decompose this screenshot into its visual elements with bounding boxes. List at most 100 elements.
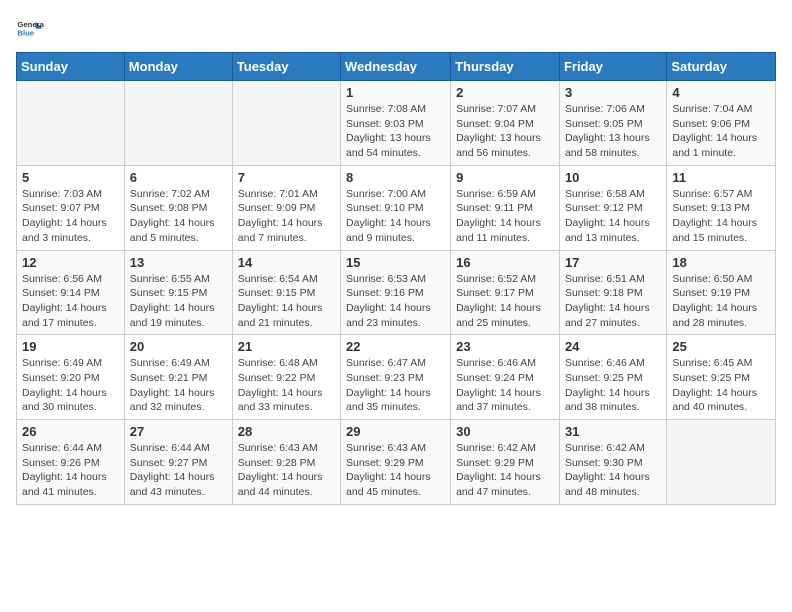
day-info: Sunrise: 6:50 AM Sunset: 9:19 PM Dayligh… [672, 272, 770, 331]
calendar-cell: 22 Sunrise: 6:47 AM Sunset: 9:23 PM Dayli… [341, 335, 451, 420]
day-info: Sunrise: 6:43 AM Sunset: 9:28 PM Dayligh… [238, 441, 335, 500]
day-number: 29 [346, 424, 445, 439]
day-number: 4 [672, 85, 770, 100]
calendar-cell: 10Sunrise: 6:58 AM Sunset: 9:12 PM Dayli… [559, 165, 666, 250]
day-number: 27 [130, 424, 227, 439]
calendar-cell: 13 Sunrise: 6:55 AM Sunset: 9:15 PM Dayli… [124, 250, 232, 335]
calendar-cell: 9Sunrise: 6:59 AM Sunset: 9:11 PM Daylig… [451, 165, 560, 250]
day-info: Sunrise: 6:49 AM Sunset: 9:21 PM Dayligh… [130, 356, 227, 415]
day-number: 3 [565, 85, 661, 100]
col-header-monday: Monday [124, 53, 232, 81]
day-info: Sunrise: 7:03 AM Sunset: 9:07 PM Dayligh… [22, 187, 119, 246]
calendar-cell: 30 Sunrise: 6:42 AM Sunset: 9:29 PM Dayli… [451, 420, 560, 505]
day-number: 23 [456, 339, 554, 354]
calendar-header-row: SundayMondayTuesdayWednesdayThursdayFrid… [17, 53, 776, 81]
calendar-cell: 23 Sunrise: 6:46 AM Sunset: 9:24 PM Dayli… [451, 335, 560, 420]
day-number: 11 [672, 170, 770, 185]
calendar-cell: 7 Sunrise: 7:01 AM Sunset: 9:09 PM Daylig… [232, 165, 340, 250]
calendar-cell: 11 Sunrise: 6:57 AM Sunset: 9:13 PM Dayli… [667, 165, 776, 250]
day-number: 18 [672, 255, 770, 270]
page-header: General Blue [16, 16, 776, 44]
day-number: 9 [456, 170, 554, 185]
col-header-saturday: Saturday [667, 53, 776, 81]
svg-text:General: General [17, 20, 44, 29]
day-number: 21 [238, 339, 335, 354]
day-number: 16 [456, 255, 554, 270]
col-header-sunday: Sunday [17, 53, 125, 81]
calendar-cell: 29Sunrise: 6:43 AM Sunset: 9:29 PM Dayli… [341, 420, 451, 505]
calendar-week-3: 12 Sunrise: 6:56 AM Sunset: 9:14 PM Dayli… [17, 250, 776, 335]
day-info: Sunrise: 7:02 AM Sunset: 9:08 PM Dayligh… [130, 187, 227, 246]
day-number: 13 [130, 255, 227, 270]
calendar-cell: 12 Sunrise: 6:56 AM Sunset: 9:14 PM Dayli… [17, 250, 125, 335]
logo-icon: General Blue [16, 16, 44, 44]
day-info: Sunrise: 6:44 AM Sunset: 9:27 PM Dayligh… [130, 441, 227, 500]
calendar-cell [232, 81, 340, 166]
day-info: Sunrise: 7:00 AM Sunset: 9:10 PM Dayligh… [346, 187, 445, 246]
calendar-cell: 15 Sunrise: 6:53 AM Sunset: 9:16 PM Dayli… [341, 250, 451, 335]
svg-text:Blue: Blue [17, 29, 34, 38]
calendar-cell: 18 Sunrise: 6:50 AM Sunset: 9:19 PM Dayli… [667, 250, 776, 335]
day-info: Sunrise: 6:47 AM Sunset: 9:23 PM Dayligh… [346, 356, 445, 415]
calendar-cell: 20 Sunrise: 6:49 AM Sunset: 9:21 PM Dayli… [124, 335, 232, 420]
day-number: 12 [22, 255, 119, 270]
day-number: 24 [565, 339, 661, 354]
day-info: Sunrise: 6:57 AM Sunset: 9:13 PM Dayligh… [672, 187, 770, 246]
day-info: Sunrise: 6:49 AM Sunset: 9:20 PM Dayligh… [22, 356, 119, 415]
day-info: Sunrise: 7:06 AM Sunset: 9:05 PM Dayligh… [565, 102, 661, 161]
day-number: 22 [346, 339, 445, 354]
col-header-tuesday: Tuesday [232, 53, 340, 81]
calendar-week-2: 5 Sunrise: 7:03 AM Sunset: 9:07 PM Daylig… [17, 165, 776, 250]
calendar-cell: 21 Sunrise: 6:48 AM Sunset: 9:22 PM Dayli… [232, 335, 340, 420]
calendar-cell: 17Sunrise: 6:51 AM Sunset: 9:18 PM Dayli… [559, 250, 666, 335]
day-number: 26 [22, 424, 119, 439]
calendar-cell: 19 Sunrise: 6:49 AM Sunset: 9:20 PM Dayli… [17, 335, 125, 420]
day-info: Sunrise: 7:01 AM Sunset: 9:09 PM Dayligh… [238, 187, 335, 246]
calendar-cell: 16 Sunrise: 6:52 AM Sunset: 9:17 PM Dayli… [451, 250, 560, 335]
calendar-cell: 4Sunrise: 7:04 AM Sunset: 9:06 PM Daylig… [667, 81, 776, 166]
day-info: Sunrise: 6:42 AM Sunset: 9:29 PM Dayligh… [456, 441, 554, 500]
day-info: Sunrise: 6:46 AM Sunset: 9:25 PM Dayligh… [565, 356, 661, 415]
day-info: Sunrise: 7:07 AM Sunset: 9:04 PM Dayligh… [456, 102, 554, 161]
day-info: Sunrise: 6:44 AM Sunset: 9:26 PM Dayligh… [22, 441, 119, 500]
col-header-thursday: Thursday [451, 53, 560, 81]
day-number: 30 [456, 424, 554, 439]
day-info: Sunrise: 6:52 AM Sunset: 9:17 PM Dayligh… [456, 272, 554, 331]
day-number: 28 [238, 424, 335, 439]
day-number: 20 [130, 339, 227, 354]
col-header-friday: Friday [559, 53, 666, 81]
day-number: 31 [565, 424, 661, 439]
day-number: 19 [22, 339, 119, 354]
day-info: Sunrise: 6:55 AM Sunset: 9:15 PM Dayligh… [130, 272, 227, 331]
calendar-cell [124, 81, 232, 166]
calendar-cell: 5 Sunrise: 7:03 AM Sunset: 9:07 PM Daylig… [17, 165, 125, 250]
calendar-cell: 1 Sunrise: 7:08 AM Sunset: 9:03 PM Daylig… [341, 81, 451, 166]
day-info: Sunrise: 6:42 AM Sunset: 9:30 PM Dayligh… [565, 441, 661, 500]
calendar-cell: 24 Sunrise: 6:46 AM Sunset: 9:25 PM Dayli… [559, 335, 666, 420]
day-number: 14 [238, 255, 335, 270]
calendar-cell: 31 Sunrise: 6:42 AM Sunset: 9:30 PM Dayli… [559, 420, 666, 505]
logo: General Blue [16, 16, 44, 44]
day-info: Sunrise: 7:08 AM Sunset: 9:03 PM Dayligh… [346, 102, 445, 161]
day-info: Sunrise: 6:46 AM Sunset: 9:24 PM Dayligh… [456, 356, 554, 415]
calendar-week-5: 26 Sunrise: 6:44 AM Sunset: 9:26 PM Dayli… [17, 420, 776, 505]
day-number: 15 [346, 255, 445, 270]
calendar-week-1: 1 Sunrise: 7:08 AM Sunset: 9:03 PM Daylig… [17, 81, 776, 166]
calendar-cell: 2 Sunrise: 7:07 AM Sunset: 9:04 PM Daylig… [451, 81, 560, 166]
day-info: Sunrise: 6:53 AM Sunset: 9:16 PM Dayligh… [346, 272, 445, 331]
day-info: Sunrise: 6:51 AM Sunset: 9:18 PM Dayligh… [565, 272, 661, 331]
calendar-cell: 27 Sunrise: 6:44 AM Sunset: 9:27 PM Dayli… [124, 420, 232, 505]
day-number: 6 [130, 170, 227, 185]
calendar-cell [667, 420, 776, 505]
day-info: Sunrise: 6:58 AM Sunset: 9:12 PM Dayligh… [565, 187, 661, 246]
calendar-cell [17, 81, 125, 166]
day-number: 8 [346, 170, 445, 185]
day-number: 2 [456, 85, 554, 100]
day-info: Sunrise: 6:56 AM Sunset: 9:14 PM Dayligh… [22, 272, 119, 331]
day-info: Sunrise: 6:45 AM Sunset: 9:25 PM Dayligh… [672, 356, 770, 415]
day-info: Sunrise: 6:48 AM Sunset: 9:22 PM Dayligh… [238, 356, 335, 415]
day-number: 7 [238, 170, 335, 185]
day-number: 1 [346, 85, 445, 100]
day-number: 5 [22, 170, 119, 185]
calendar-table: SundayMondayTuesdayWednesdayThursdayFrid… [16, 52, 776, 505]
